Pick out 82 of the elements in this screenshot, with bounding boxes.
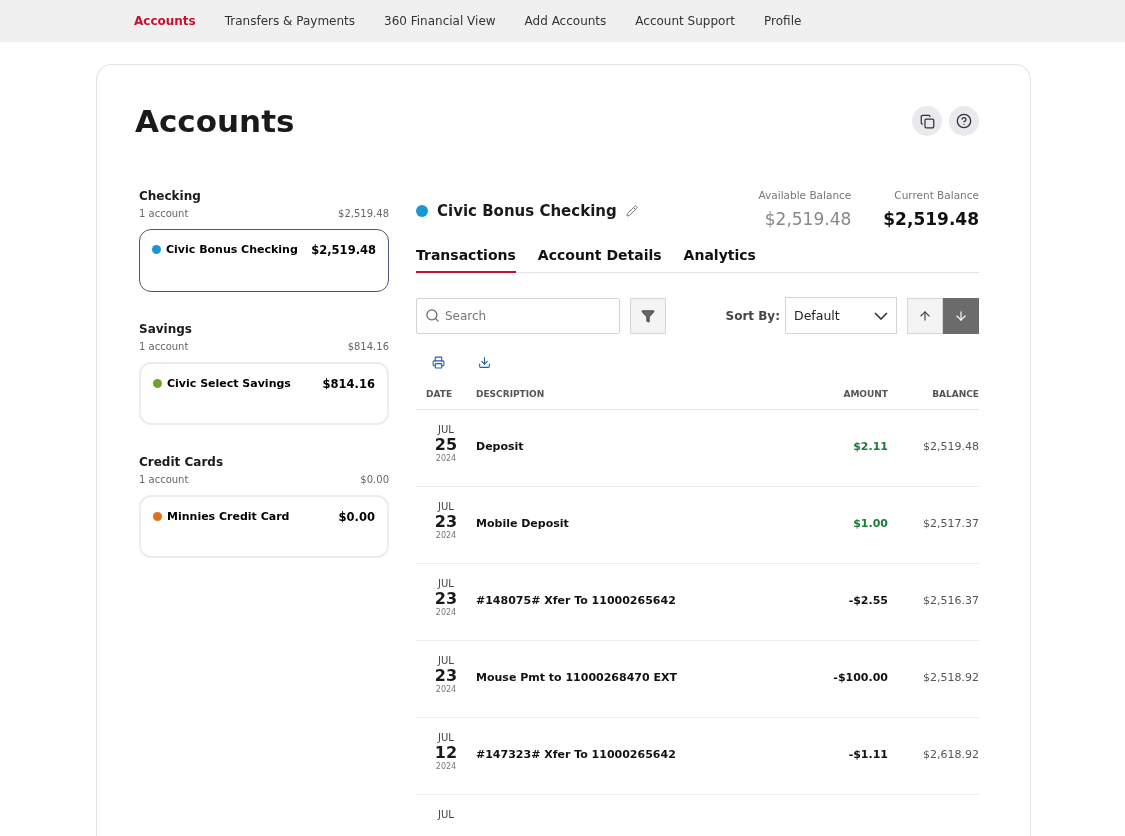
date-year: 2024: [435, 454, 457, 463]
balance-label: Current Balance: [894, 189, 979, 201]
date-month: JUL: [438, 732, 454, 743]
sort-direction-button[interactable]: [943, 297, 979, 334]
date-day: 23: [434, 512, 458, 531]
page-title: Accounts: [135, 103, 295, 139]
column-header: DATE: [416, 369, 476, 410]
transaction-amount: -$1.11: [768, 718, 888, 795]
group-total: $0.00: [360, 474, 389, 485]
copy-icon: [919, 113, 935, 129]
nav-link[interactable]: Account Support: [635, 14, 736, 28]
transaction-amount: $2.11: [768, 410, 888, 487]
running-balance: $2,618.92: [888, 718, 979, 795]
date-year: 2024: [435, 531, 457, 540]
account-balance: $814.16: [322, 377, 375, 391]
print-icon[interactable]: [432, 356, 445, 369]
date-month: JUL: [438, 424, 454, 435]
account-title: Civic Bonus Checking: [437, 201, 617, 220]
group-name: Checking: [139, 189, 202, 203]
account-card[interactable]: Civic Select Savings $814.16: [139, 362, 389, 425]
help-button[interactable]: [949, 106, 979, 136]
date-month: JUL: [438, 578, 454, 589]
date-day: 23: [434, 666, 458, 685]
available-balance: $2,519.48: [764, 209, 852, 229]
sort-dropdown[interactable]: Default: [785, 297, 897, 334]
download-icon[interactable]: [478, 356, 491, 369]
date-month: JUL: [438, 501, 454, 512]
transaction-description: Mobile Deposit: [476, 487, 768, 564]
group-name: Savings: [139, 322, 193, 336]
edit-icon[interactable]: [625, 204, 638, 217]
group-name: Credit Cards: [139, 455, 225, 469]
date-day: 12: [434, 743, 458, 762]
tab[interactable]: Account Details: [537, 247, 662, 273]
date-day: 23: [434, 589, 458, 608]
group-total: $814.16: [347, 341, 389, 352]
running-balance: $2,517.37: [888, 487, 979, 564]
tab[interactable]: Analytics: [683, 247, 756, 273]
running-balance: $2,518.92: [888, 641, 979, 718]
nav-link[interactable]: Accounts: [134, 14, 196, 28]
search-field[interactable]: Search: [416, 297, 620, 334]
transaction-description: #148075# Xfer To 11000265642: [476, 564, 768, 641]
account-name: Civic Bonus Checking: [166, 243, 298, 256]
column-header: BALANCE: [888, 369, 979, 410]
running-balance: $2,516.37: [888, 564, 979, 641]
filter-button[interactable]: [630, 297, 666, 334]
transaction-amount: -$100.00: [768, 641, 888, 718]
nav-link[interactable]: Profile: [764, 14, 802, 28]
account-balance: $0.00: [338, 510, 375, 524]
copy-button[interactable]: [912, 106, 942, 136]
nav-link[interactable]: Add Accounts: [524, 14, 607, 28]
sort-label: Sort By:: [725, 308, 780, 323]
date-year: 2024: [435, 685, 457, 694]
account-card[interactable]: Minnies Credit Card $0.00: [139, 495, 389, 558]
balance-label: Available Balance: [758, 189, 852, 201]
help-icon: [956, 113, 972, 129]
account-count: 1 account: [139, 208, 189, 219]
transaction-description: Deposit: [476, 410, 768, 487]
account-name: Civic Select Savings: [167, 377, 291, 390]
date-year: 2024: [435, 762, 457, 771]
account-card[interactable]: Civic Bonus Checking $2,519.48: [139, 229, 389, 292]
group-total: $2,519.48: [338, 208, 389, 219]
account-count: 1 account: [139, 341, 189, 352]
date-year: 2024: [435, 608, 457, 617]
column-header: DESCRIPTION: [476, 369, 768, 410]
transaction-description: #147323# Xfer To 11000265642: [476, 718, 768, 795]
running-balance: $2,519.48: [888, 410, 979, 487]
nav-link[interactable]: 360 Financial View: [384, 14, 496, 28]
chevron-down-icon: [874, 311, 888, 320]
column-header: AMOUNT: [768, 369, 888, 410]
nav-link[interactable]: Transfers & Payments: [224, 14, 355, 28]
date-day: 25: [434, 435, 458, 454]
account-count: 1 account: [139, 474, 189, 485]
account-balance: $2,519.48: [311, 243, 376, 257]
date-month: JUL: [438, 655, 454, 666]
transaction-amount: $1.00: [768, 487, 888, 564]
transaction-description: Mouse Pmt to 11000268470 EXT: [476, 641, 768, 718]
filter-icon: [641, 308, 655, 323]
current-balance: $2,519.48: [883, 209, 979, 229]
transaction-amount: -$2.55: [768, 564, 888, 641]
date-month: JUL: [438, 809, 454, 820]
account-name: Minnies Credit Card: [167, 510, 290, 523]
tab[interactable]: Transactions: [416, 247, 516, 273]
